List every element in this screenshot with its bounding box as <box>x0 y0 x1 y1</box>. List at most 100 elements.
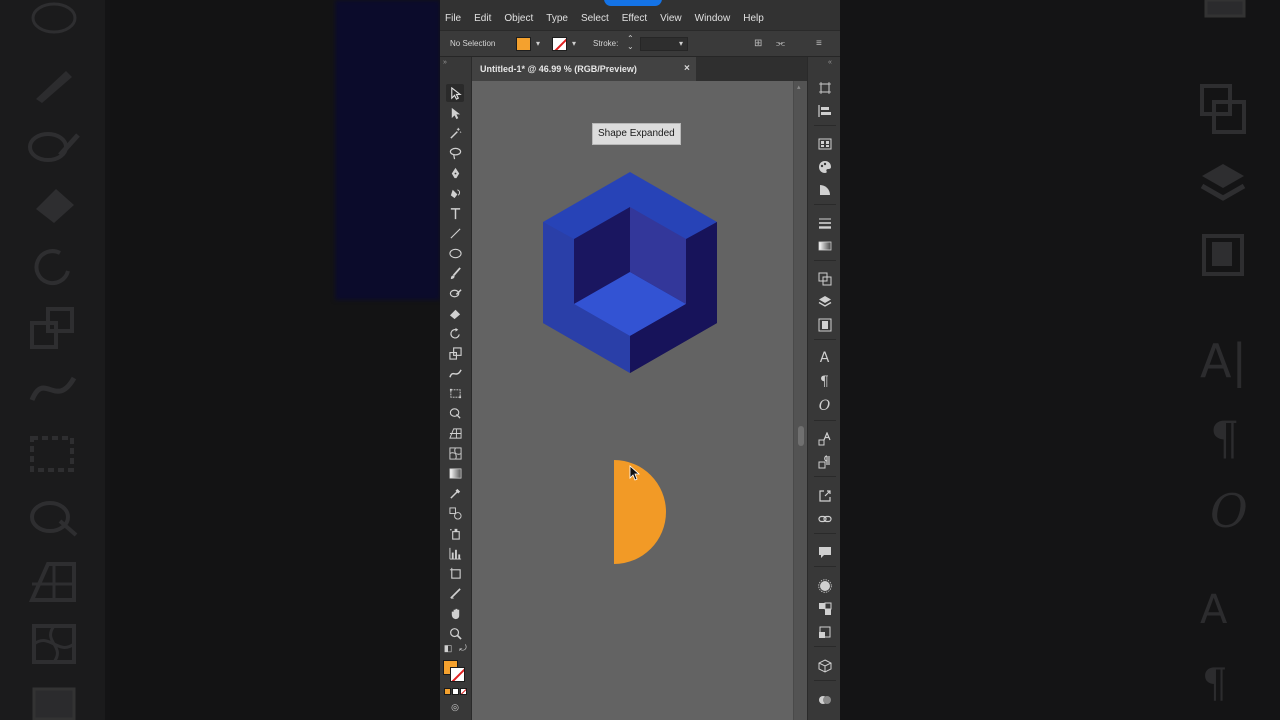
rotate-tool-icon[interactable] <box>446 324 464 342</box>
blurred-scale-icon <box>28 305 78 351</box>
artwork <box>543 172 717 564</box>
character-panel-icon[interactable]: A <box>816 349 833 366</box>
default-colors-icon[interactable]: ◧ <box>442 642 454 654</box>
artboard-tool-icon[interactable] <box>446 564 464 582</box>
lasso-icon[interactable] <box>446 144 464 162</box>
comments-panel-icon[interactable] <box>816 543 833 560</box>
align-grid-icon[interactable]: ⊞ <box>754 38 762 49</box>
opentype-panel-icon[interactable]: O <box>816 397 833 414</box>
menu-window[interactable]: Window <box>695 13 731 24</box>
libraries-panel-icon[interactable] <box>816 316 833 333</box>
menu-file[interactable]: File <box>445 13 461 24</box>
menu-help[interactable]: Help <box>743 13 764 24</box>
perspective-grid-icon[interactable] <box>446 424 464 442</box>
layers-panel-icon[interactable] <box>816 293 833 310</box>
eyedropper-icon[interactable] <box>446 484 464 502</box>
collapse-dock-icon[interactable]: « <box>828 59 832 66</box>
blurred-gradient-icon <box>30 685 78 720</box>
character-styles-icon[interactable] <box>816 430 833 447</box>
warp-tool-icon[interactable] <box>446 364 464 382</box>
stroke-panel-icon[interactable] <box>816 214 833 231</box>
blurred-perspective-icon <box>28 560 78 604</box>
blurred-ellipse-icon <box>30 0 78 36</box>
slice-tool-icon[interactable] <box>446 584 464 602</box>
links-panel-icon[interactable] <box>816 510 833 527</box>
stroke-stepper-icon[interactable]: ⌃ ⌄ <box>627 35 634 51</box>
document-tab[interactable]: Untitled-1* @ 46.99 % (RGB/Preview) <box>472 57 696 81</box>
collapse-panel-icon[interactable]: » <box>443 59 447 66</box>
transform-icon[interactable]: ⫘ <box>776 38 785 49</box>
gradient-tool-icon[interactable] <box>446 464 464 482</box>
menu-edit[interactable]: Edit <box>474 13 491 24</box>
paragraph-panel-icon[interactable]: ¶ <box>816 373 833 390</box>
column-graph-icon[interactable] <box>446 544 464 562</box>
close-tab-icon[interactable]: × <box>684 63 690 74</box>
menu-type[interactable]: Type <box>546 13 568 24</box>
symbols-panel-icon[interactable] <box>816 623 833 640</box>
fill-dropdown-chevron-icon[interactable]: ▾ <box>536 39 540 48</box>
scroll-thumb[interactable] <box>798 426 804 446</box>
blurred-character-styles-icon: A <box>1200 587 1228 633</box>
fill-swatch[interactable] <box>516 37 531 51</box>
swap-colors-icon[interactable]: ⤾ <box>457 642 469 654</box>
document-tab-bar: Untitled-1* @ 46.99 % (RGB/Preview) × <box>472 57 807 81</box>
stroke-swatch[interactable] <box>552 37 567 51</box>
export-panel-icon[interactable] <box>816 487 833 504</box>
blurred-transparency-icon <box>1198 82 1248 136</box>
graphic-styles-icon[interactable] <box>816 600 833 617</box>
eraser-tool-icon[interactable] <box>446 304 464 322</box>
blurred-paragraph-styles-icon: ¶ <box>1202 661 1228 707</box>
direct-selection-tool-icon[interactable] <box>446 104 464 122</box>
dock-separator <box>814 566 836 567</box>
magic-wand-icon[interactable] <box>446 124 464 142</box>
menu-object[interactable]: Object <box>504 13 533 24</box>
gradient-mode-swatch[interactable] <box>452 688 459 695</box>
curvature-tool-icon[interactable] <box>446 184 464 202</box>
stroke-dropdown-chevron-icon[interactable]: ▾ <box>572 39 576 48</box>
hand-tool-icon[interactable] <box>446 604 464 622</box>
align-panel-icon[interactable] <box>816 102 833 119</box>
zoom-tool-icon[interactable] <box>446 624 464 642</box>
shaper-tool-icon[interactable] <box>446 284 464 302</box>
gradient-panel-icon[interactable] <box>816 237 833 254</box>
blurred-background-right: A| ¶ O A ¶ <box>840 0 1280 720</box>
menu-select[interactable]: Select <box>581 13 609 24</box>
menu-effect[interactable]: Effect <box>622 13 647 24</box>
mesh-tool-icon[interactable] <box>446 444 464 462</box>
appearance-panel-icon[interactable] <box>816 577 833 594</box>
swatches-panel-icon[interactable] <box>816 135 833 152</box>
3d-panel-icon[interactable] <box>816 657 833 674</box>
stroke-color-box[interactable] <box>450 667 465 682</box>
panel-menu-icon[interactable]: ≡ <box>816 38 822 49</box>
status-tooltip: Shape Expanded <box>592 123 681 145</box>
menu-view[interactable]: View <box>660 13 682 24</box>
draw-mode-icon[interactable]: ◎ <box>449 701 461 713</box>
pathfinder-panel-icon[interactable] <box>816 691 833 708</box>
panel-dock: « A ¶ O <box>807 57 840 720</box>
transparency-panel-icon[interactable] <box>816 270 833 287</box>
symbol-sprayer-icon[interactable] <box>446 524 464 542</box>
none-mode-swatch[interactable] <box>460 688 467 695</box>
color-guide-icon[interactable] <box>816 158 833 175</box>
type-tool-icon[interactable] <box>446 204 464 222</box>
blend-tool-icon[interactable] <box>446 504 464 522</box>
dock-separator <box>814 476 836 477</box>
transform-panel-icon[interactable] <box>816 79 833 96</box>
free-transform-icon[interactable] <box>446 384 464 402</box>
scroll-up-icon[interactable]: ▴ <box>797 83 801 91</box>
canvas[interactable]: Shape Expanded <box>472 81 793 720</box>
color-mode-swatch[interactable] <box>444 688 451 695</box>
selection-tool-icon[interactable] <box>446 84 464 102</box>
scale-tool-icon[interactable] <box>446 344 464 362</box>
color-panel-icon[interactable] <box>816 181 833 198</box>
ellipse-tool-icon[interactable] <box>446 244 464 262</box>
paragraph-styles-icon[interactable] <box>816 453 833 470</box>
blurred-mesh-icon <box>30 622 78 666</box>
paintbrush-tool-icon[interactable] <box>446 264 464 282</box>
vertical-scrollbar[interactable]: ▴ <box>793 81 807 720</box>
pen-tool-icon[interactable] <box>446 164 464 182</box>
blurred-rotate-icon <box>30 245 78 289</box>
line-tool-icon[interactable] <box>446 224 464 242</box>
stroke-weight-chevron-icon[interactable]: ▾ <box>679 39 683 48</box>
shape-builder-icon[interactable] <box>446 404 464 422</box>
